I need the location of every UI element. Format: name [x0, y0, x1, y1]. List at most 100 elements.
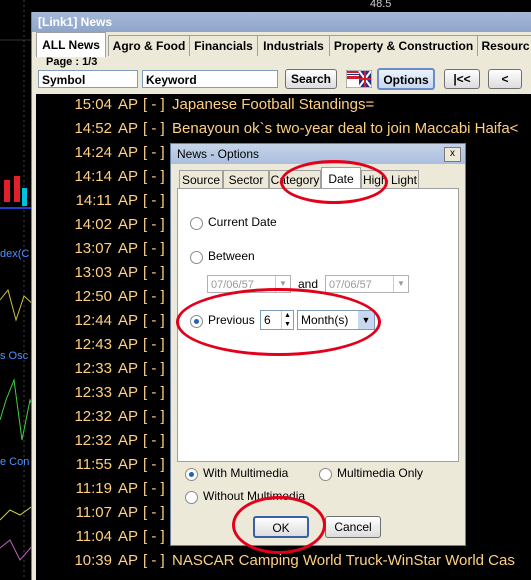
page-indicator: Page : 1/3	[46, 56, 98, 68]
news-source: AP	[118, 552, 139, 569]
background-top-value: 48.5	[370, 0, 392, 10]
news-time: 12:44	[74, 312, 112, 329]
news-time: 11:04	[75, 528, 112, 545]
options-dialog: News - Options x Source Sector Category …	[170, 143, 466, 546]
news-flag: [ - ]	[143, 312, 165, 329]
news-source: AP	[118, 192, 139, 209]
dialog-tab-source[interactable]: Source	[179, 170, 223, 189]
news-time: 12:33	[74, 384, 112, 401]
news-flag: [ - ]	[143, 480, 165, 497]
current-date-radio[interactable]	[190, 217, 203, 230]
previous-count-stepper[interactable]: 6 ▲ ▼	[260, 310, 294, 330]
news-headline: NASCAR Camping World Truck-WinStar World…	[172, 552, 515, 569]
window-title-bar[interactable]: [Link1] News	[32, 12, 531, 32]
symbol-field[interactable]: Symbol	[38, 70, 138, 88]
spin-up-icon[interactable]: ▲	[281, 311, 293, 320]
news-source: AP	[118, 504, 139, 521]
news-source: AP	[118, 168, 139, 185]
dialog-tab-highlight[interactable]: High Light	[361, 170, 419, 189]
with-multimedia-label: With Multimedia	[203, 466, 289, 480]
news-source: AP	[118, 216, 139, 233]
news-source: AP	[118, 408, 139, 425]
news-source: AP	[118, 96, 139, 113]
current-date-label: Current Date	[208, 215, 277, 229]
and-label: and	[298, 277, 319, 291]
date-to-value: 07/06/57	[329, 279, 372, 291]
options-button[interactable]: Options	[377, 68, 435, 90]
chevron-down-icon[interactable]: ▼	[358, 311, 374, 329]
news-headline: Japanese Football Standings=	[172, 96, 375, 113]
news-flag: [ - ]	[143, 360, 165, 377]
news-flag: [ - ]	[143, 504, 165, 521]
date-to-field[interactable]: 07/06/57 ▼	[325, 275, 409, 293]
news-time: 11:19	[75, 480, 112, 497]
language-flag-icon[interactable]	[345, 69, 373, 89]
keyword-field[interactable]: Keyword	[142, 70, 278, 88]
news-flag: [ - ]	[143, 264, 165, 281]
dialog-tab-category[interactable]: Category	[269, 170, 321, 189]
news-flag: [ - ]	[143, 168, 165, 185]
close-icon[interactable]: x	[444, 147, 461, 162]
with-multimedia-radio[interactable]	[185, 468, 198, 481]
previous-label: Previous	[208, 313, 255, 327]
calendar-dropdown-icon[interactable]: ▼	[393, 276, 408, 292]
news-time: 14:52	[74, 120, 112, 137]
prev-page-button[interactable]: <	[488, 69, 522, 89]
previous-radio[interactable]	[190, 315, 203, 328]
news-source: AP	[118, 528, 139, 545]
background-top-strip: 48.5	[34, 0, 531, 12]
news-time: 15:04	[74, 96, 112, 113]
news-time: 10:39	[74, 552, 112, 569]
multimedia-only-radio[interactable]	[319, 468, 332, 481]
news-flag: [ - ]	[143, 432, 165, 449]
news-flag: [ - ]	[143, 216, 165, 233]
news-flag: [ - ]	[143, 144, 165, 161]
previous-unit-select[interactable]: Month(s) ▼	[297, 310, 375, 330]
background-chart	[0, 0, 34, 580]
background-label: s Osc	[0, 350, 29, 362]
tab-resources[interactable]: Resourc	[477, 35, 531, 56]
news-time: 14:02	[74, 216, 112, 233]
tab-financials[interactable]: Financials	[189, 35, 258, 56]
between-radio[interactable]	[190, 251, 203, 264]
news-time: 11:55	[75, 456, 112, 473]
news-source: AP	[118, 360, 139, 377]
news-flag: [ - ]	[143, 240, 165, 257]
date-from-field[interactable]: 07/06/57 ▼	[207, 275, 291, 293]
previous-unit-value: Month(s)	[301, 313, 349, 327]
news-source: AP	[118, 144, 139, 161]
news-flag: [ - ]	[143, 528, 165, 545]
news-flag: [ - ]	[143, 408, 165, 425]
news-flag: [ - ]	[143, 552, 165, 569]
search-button[interactable]: Search	[285, 69, 337, 89]
date-from-value: 07/06/57	[211, 279, 254, 291]
first-page-button[interactable]: |<<	[444, 69, 480, 89]
calendar-dropdown-icon[interactable]: ▼	[275, 276, 290, 292]
news-source: AP	[118, 264, 139, 281]
tab-property-construction[interactable]: Property & Construction	[329, 35, 478, 56]
news-source: AP	[118, 384, 139, 401]
news-time: 11:07	[75, 504, 112, 521]
news-source: AP	[118, 288, 139, 305]
news-time: 12:32	[74, 408, 112, 425]
tab-industrials[interactable]: Industrials	[257, 35, 330, 56]
ok-button[interactable]: OK	[253, 516, 309, 538]
news-flag: [ - ]	[143, 456, 165, 473]
dialog-title-bar[interactable]: News - Options x	[171, 144, 465, 164]
news-time: 12:33	[74, 360, 112, 377]
news-flag: [ - ]	[143, 336, 165, 353]
news-time: 12:50	[74, 288, 112, 305]
tab-agro-food[interactable]: Agro & Food	[108, 35, 190, 56]
cancel-button[interactable]: Cancel	[325, 516, 381, 538]
dialog-tab-sector[interactable]: Sector	[223, 170, 269, 189]
spin-down-icon[interactable]: ▼	[281, 320, 293, 329]
news-row[interactable]: 15:04 AP[ - ] Japanese Football Standings=	[36, 96, 531, 120]
without-multimedia-radio[interactable]	[185, 491, 198, 504]
news-time: 13:07	[74, 240, 112, 257]
tab-all-news[interactable]: ALL News	[36, 32, 106, 57]
news-time: 12:32	[74, 432, 112, 449]
dialog-tab-date[interactable]: Date	[321, 167, 361, 190]
news-row[interactable]: 14:52 AP[ - ] Benayoun ok`s two-year deal …	[36, 120, 531, 144]
news-source: AP	[118, 432, 139, 449]
news-row[interactable]: 10:39 AP[ - ] NASCAR Camping World Truck-W…	[36, 552, 531, 576]
